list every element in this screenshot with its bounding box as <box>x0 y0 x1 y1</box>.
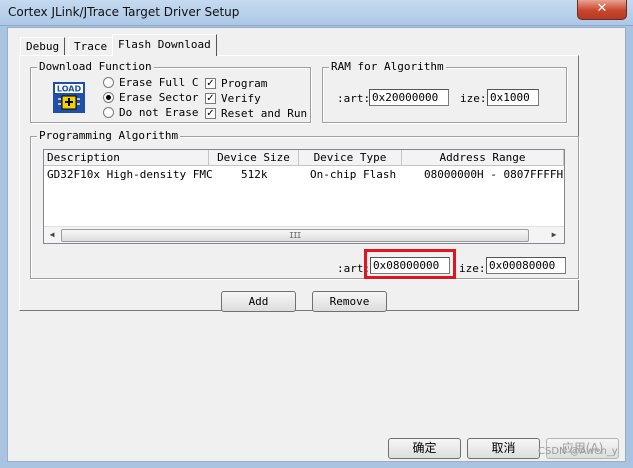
radio-erase-sector[interactable]: Erase Sector <box>103 91 198 104</box>
ram-start-input[interactable]: 0x20000000 <box>369 89 449 106</box>
horizontal-scrollbar[interactable]: ◀ III ▶ <box>44 226 564 243</box>
tab-label: Trace <box>74 40 108 53</box>
close-button[interactable]: ✕ <box>577 0 627 20</box>
tab-label: Flash Download <box>118 38 211 51</box>
checkbox-verify[interactable]: ✓ Verify <box>205 92 261 105</box>
radio-selected-icon <box>103 92 114 103</box>
close-icon: ✕ <box>596 1 608 16</box>
checkbox-label: Reset and Run <box>221 107 308 120</box>
flash-size-label: ize: <box>459 262 486 275</box>
load-icon-text: LOAD <box>57 85 82 94</box>
radio-erase-full-chip[interactable]: Erase Full C <box>103 76 198 89</box>
scroll-right-icon[interactable]: ▶ <box>547 229 561 241</box>
ram-start-label: :art: <box>337 92 371 105</box>
window-title: Cortex JLink/JTrace Target Driver Setup <box>8 5 240 19</box>
checkbox-reset-and-run[interactable]: ✓ Reset and Run <box>205 107 307 120</box>
load-flash-icon: LOAD <box>53 82 85 113</box>
grip-icon: III <box>289 231 301 240</box>
title-bar: Cortex JLink/JTrace Target Driver Setup … <box>0 0 633 26</box>
watermark: CSDN @Awen_y <box>538 446 618 457</box>
cell-device-size: 512k <box>241 168 268 181</box>
checkbox-label: Verify <box>221 92 261 105</box>
ram-size-input[interactable]: 0x1000 <box>487 89 539 106</box>
flash-size-input[interactable]: 0x00080000 <box>486 257 566 274</box>
cancel-button[interactable]: 取消 <box>467 438 540 459</box>
radio-label: Erase Full C <box>119 76 199 89</box>
cell-device-type: On-chip Flash <box>310 168 397 181</box>
list-header: Description Device Size Device Type Addr… <box>44 150 564 166</box>
checkmark-icon: ✓ <box>205 93 216 104</box>
column-device-type[interactable]: Device Type <box>299 150 402 166</box>
radio-do-not-erase[interactable]: Do not Erase <box>103 106 198 119</box>
dialog-body: Debug Trace Flash Download Download Func… <box>7 27 626 462</box>
ram-for-algorithm-group: RAM for Algorithm :art: 0x20000000 ize: … <box>322 61 567 123</box>
download-function-group: Download Function LOAD Erase Full C Eras… <box>30 61 311 123</box>
group-title: RAM for Algorithm <box>329 60 446 73</box>
add-button[interactable]: Add <box>221 291 296 312</box>
tab-flash-download[interactable]: Flash Download <box>112 34 217 56</box>
scrollbar-thumb[interactable]: III <box>61 229 529 242</box>
checkbox-label: Program <box>221 77 268 90</box>
radio-icon <box>103 77 114 88</box>
group-title: Programming Algorithm <box>37 129 181 142</box>
checkmark-icon: ✓ <box>205 108 216 119</box>
tab-label: Debug <box>26 40 60 53</box>
column-address-range[interactable]: Address Range <box>402 150 564 166</box>
radio-label: Erase Sector <box>119 91 199 104</box>
checkmark-icon: ✓ <box>205 78 216 89</box>
column-device-size[interactable]: Device Size <box>209 150 299 166</box>
highlight-box <box>364 249 456 279</box>
scroll-left-icon[interactable]: ◀ <box>45 229 59 241</box>
cell-description: GD32F10x High-density FMC <box>47 168 213 181</box>
algorithm-list[interactable]: Description Device Size Device Type Addr… <box>43 149 565 244</box>
remove-button[interactable]: Remove <box>312 291 387 312</box>
column-description[interactable]: Description <box>44 150 209 166</box>
ram-size-label: ize: <box>460 92 487 105</box>
ok-button[interactable]: 确定 <box>388 438 461 459</box>
tab-trace[interactable]: Trace <box>68 37 114 56</box>
group-title: Download Function <box>37 60 154 73</box>
cell-address-range: 08000000H - 0807FFFFH <box>424 168 564 181</box>
radio-icon <box>103 107 114 118</box>
checkbox-program[interactable]: ✓ Program <box>205 77 267 90</box>
tab-debug[interactable]: Debug <box>20 37 66 56</box>
radio-label: Do not Erase <box>119 106 199 119</box>
